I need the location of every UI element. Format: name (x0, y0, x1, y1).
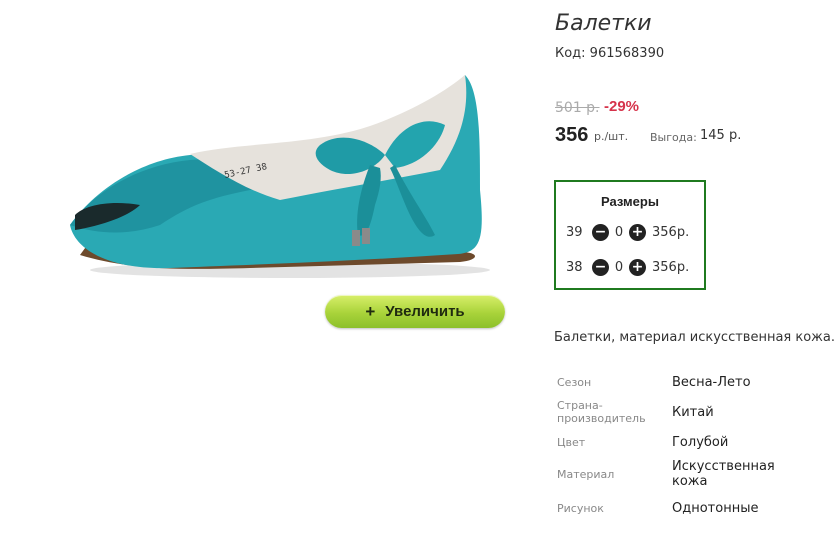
spec-value: Голубой (672, 434, 729, 450)
plus-icon[interactable]: + (629, 258, 646, 276)
spec-key: Материал (557, 467, 615, 481)
size-label: 39 (566, 224, 583, 240)
spec-row: Материал Искусственная кожа (557, 452, 792, 496)
spec-key: Рисунок (557, 501, 604, 515)
sizes-title: Размеры (601, 194, 659, 209)
zoom-button-label: Увеличить (385, 303, 465, 320)
discount-badge: -29% (604, 98, 640, 115)
size-price: 356р. (652, 224, 690, 240)
size-row: 39 − 0 + 356р. (566, 222, 689, 242)
spec-value: Китай (672, 404, 714, 420)
profit-value: 145 р. (700, 128, 742, 143)
quantity-value[interactable]: 0 (609, 225, 629, 240)
current-price: 356 (555, 124, 589, 146)
spec-key: Цвет (557, 435, 586, 449)
spec-key: Страна- производитель (557, 399, 646, 425)
size-price: 356р. (652, 259, 690, 275)
price-unit: р./шт. (594, 130, 629, 143)
zoom-button[interactable]: + Увеличить (325, 295, 505, 328)
spec-key: Сезон (557, 375, 592, 389)
minus-icon[interactable]: − (592, 258, 609, 276)
quantity-value[interactable]: 0 (609, 260, 629, 275)
minus-icon[interactable]: − (592, 223, 609, 241)
spec-value: Весна-Лето (672, 374, 751, 390)
spec-value: Искусственная кожа (672, 459, 775, 489)
spec-row: Страна- производитель Китай (557, 392, 792, 432)
shoe-photo: 53-27 38 (70, 75, 490, 278)
plus-icon[interactable]: + (629, 223, 646, 241)
spec-row: Сезон Весна-Лето (557, 372, 792, 392)
spec-value: Однотонные (672, 500, 759, 516)
specs-table: Сезон Весна-Лето Страна- производитель К… (557, 372, 792, 520)
plus-icon: + (365, 301, 376, 321)
spec-row: Цвет Голубой (557, 432, 792, 452)
sizes-box: Размеры 39 − 0 + 356р. 38 − 0 + 356р. (554, 180, 706, 290)
product-title: Балетки (555, 11, 652, 36)
product-code: Код: 961568390 (555, 46, 665, 61)
size-label: 38 (566, 259, 583, 275)
product-description: Балетки, материал искусственная кожа. (554, 330, 835, 345)
size-row: 38 − 0 + 356р. (566, 257, 689, 277)
spec-row: Рисунок Однотонные (557, 496, 792, 520)
product-image[interactable]: 53-27 38 (40, 30, 510, 292)
old-price: 501 р. (555, 100, 600, 116)
profit-label: Выгода: (650, 131, 697, 144)
